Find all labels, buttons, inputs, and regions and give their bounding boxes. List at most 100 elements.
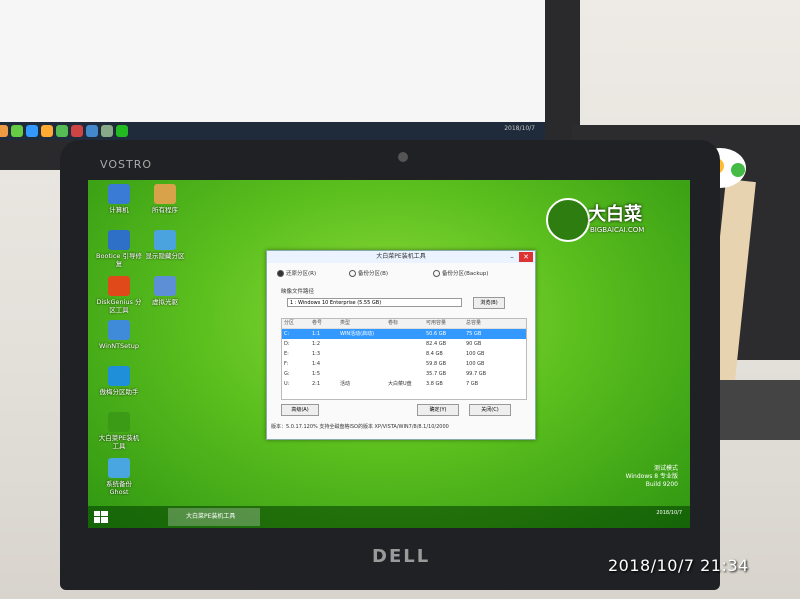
desktop-icon-label: 傲梅分区助手: [99, 388, 139, 396]
desktop-icon[interactable]: WinNTSetup: [96, 320, 142, 350]
table-row[interactable]: U: 2:1 活动 大白菜U盘 3.8 GB 7 GB: [282, 379, 526, 389]
table-cell: 99.7 GB: [466, 371, 487, 377]
close-icon[interactable]: ✕: [519, 252, 533, 262]
radio-icon: [277, 270, 284, 277]
table-cell: 活动: [340, 381, 351, 387]
status-bar: 版本：5.0.17.120% 支持全磁盘格ISO的版本 XP/VISTA/WIN…: [271, 424, 449, 430]
webcam: [398, 152, 408, 162]
option-label: 备份分区(B): [358, 271, 389, 277]
desktop-icon-label: 虚拟光驱: [152, 298, 178, 306]
desktop-icon[interactable]: 显示隐藏分区: [142, 230, 188, 260]
option-label: 备份分区(Backup): [442, 271, 489, 277]
desktop-icon-label: DiskGenius 分区工具: [96, 298, 142, 314]
table-body: C: 1:1 WIN活动(启动) 50.6 GB 75 GB D: 1:2 82.4 GB 90…: [282, 329, 526, 389]
table-row[interactable]: G: 1:5 35.7 GB 99.7 GB: [282, 369, 526, 379]
table-cell: 2:1: [312, 381, 321, 387]
table-cell: 7 GB: [466, 381, 479, 387]
option-backup[interactable]: 备份分区(B): [349, 269, 388, 277]
table-cell: 90 GB: [466, 341, 482, 347]
table-cell: 大白菜U盘: [388, 381, 412, 387]
table-row[interactable]: E: 1:3 8.4 GB 100 GB: [282, 349, 526, 359]
column-header: 分区: [284, 320, 295, 326]
taskbar-app-button[interactable]: 大白菜PE装机工具: [168, 508, 260, 526]
option-backup-alt[interactable]: 备份分区(Backup): [433, 269, 488, 277]
laptop-screen: 计算机 所有程序 Bootice 引导修复 显示隐藏分区 DiskGenius 分区工具…: [88, 180, 690, 528]
column-header: 类型: [340, 320, 351, 326]
table-cell: D:: [284, 341, 290, 347]
dell-logo: DELL: [372, 546, 431, 567]
desktop-icon[interactable]: 虚拟光驱: [142, 276, 188, 306]
table-cell: [340, 369, 388, 379]
browse-button[interactable]: 浏览(B): [473, 297, 505, 309]
table-cell: [388, 329, 426, 339]
table-cell: 1:3: [312, 351, 321, 357]
table-cell: 82.4 GB: [426, 341, 447, 347]
table-row[interactable]: C: 1:1 WIN活动(启动) 50.6 GB 75 GB: [282, 329, 526, 339]
option-label: 还原分区(R): [286, 271, 317, 277]
ok-button[interactable]: 确定(Y): [417, 404, 459, 416]
desktop-icon[interactable]: 傲梅分区助手: [96, 366, 142, 396]
column-header: 卷标: [388, 320, 399, 326]
table-cell: [388, 339, 426, 349]
table-cell: 1:2: [312, 341, 321, 347]
table-cell: 1:1: [312, 331, 321, 337]
table-row[interactable]: D: 1:2 82.4 GB 90 GB: [282, 339, 526, 349]
table-cell: 1:4: [312, 361, 321, 367]
table-cell: 50.6 GB: [426, 331, 447, 337]
table-cell: U:: [284, 381, 290, 387]
windows-watermark: 测试模式 Windows 8 专业版 Build 9200: [626, 465, 678, 489]
table-cell: [340, 359, 388, 369]
option-restore[interactable]: 还原分区(R): [277, 269, 316, 277]
desktop-icon[interactable]: 大白菜PE装机工具: [96, 412, 142, 450]
app-icon: [116, 125, 128, 137]
column-header: 卷号: [312, 320, 323, 326]
table-cell: 1:5: [312, 371, 321, 377]
app-icon: [86, 125, 98, 137]
table-cell: 75 GB: [466, 331, 482, 337]
app-icon: [108, 276, 130, 296]
watermark-line: 测试模式: [653, 465, 678, 472]
desktop-icon[interactable]: 计算机: [96, 184, 142, 214]
partition-table: 分区 卷号 类型 卷标 可用容量 总容量 C: 1:1 WIN活动(启动) 50.6 …: [281, 318, 527, 400]
table-cell: G:: [284, 371, 290, 377]
desktop-icon[interactable]: 系统备份 Ghost: [96, 458, 142, 496]
close-button[interactable]: 关闭(C): [469, 404, 511, 416]
photo-timestamp: 2018/10/7 21:34: [608, 556, 749, 575]
radio-icon: [349, 270, 356, 277]
table-cell: F:: [284, 361, 289, 367]
app-icon: [154, 230, 176, 250]
table-cell: [388, 369, 426, 379]
taskbar-clock[interactable]: 2018/10/7: [656, 510, 682, 517]
advanced-button[interactable]: 高级(A): [281, 404, 319, 416]
app-icon: [108, 184, 130, 204]
table-cell: 3.8 GB: [426, 381, 443, 387]
brand-url: BIGBAICAI.COM: [590, 226, 645, 234]
laptop-brand-label: VOSTRO: [100, 158, 152, 171]
app-icon: [11, 125, 23, 137]
table-cell: 59.8 GB: [426, 361, 447, 367]
background-monitor-taskbar: 2018/10/7: [0, 122, 545, 140]
table-cell: [340, 339, 388, 349]
desktop-icon-label: 系统备份 Ghost: [106, 480, 132, 496]
cabbage-mascot-icon: [546, 198, 590, 242]
desktop-icon[interactable]: Bootice 引导修复: [96, 230, 142, 268]
minimize-icon[interactable]: –: [507, 252, 517, 262]
image-path-label: 映像文件路径: [281, 289, 315, 295]
desktop-icon[interactable]: DiskGenius 分区工具: [96, 276, 142, 314]
table-cell: E:: [284, 351, 289, 357]
table-cell: 100 GB: [466, 361, 485, 367]
windows-start-icon[interactable]: [94, 511, 108, 523]
app-icon: [108, 412, 130, 432]
desktop-icon-label: 显示隐藏分区: [145, 252, 185, 260]
desktop-icon-label: WinNTSetup: [99, 342, 139, 350]
table-row[interactable]: F: 1:4 59.8 GB 100 GB: [282, 359, 526, 369]
table-cell: 8.4 GB: [426, 351, 443, 357]
desktop-icon-label: 计算机: [109, 206, 129, 214]
desktop-icon[interactable]: 所有程序: [142, 184, 188, 214]
table-cell: [388, 359, 426, 369]
image-path-select[interactable]: 1 : Windows 10 Enterprise (5.55 GB): [287, 298, 462, 307]
column-header: 可用容量: [426, 320, 447, 326]
app-icon: [26, 125, 38, 137]
watermark-line: Build 9200: [645, 481, 678, 488]
table-header: 分区 卷号 类型 卷标 可用容量 总容量: [282, 319, 526, 329]
